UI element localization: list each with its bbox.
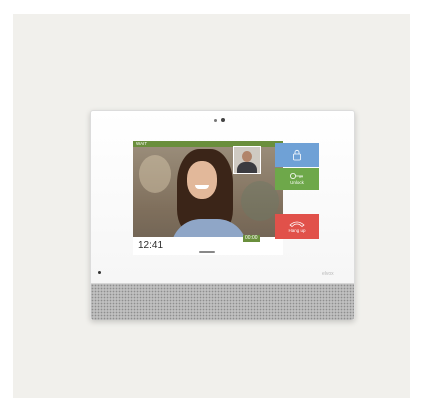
call-timer: 00:00	[243, 235, 260, 242]
phone-hangup-icon	[289, 220, 305, 228]
unlock-button[interactable]: Unlock	[275, 168, 319, 190]
caller-face	[187, 161, 217, 199]
power-led	[98, 271, 101, 274]
video-intercom-monitor: WAIT 12:41 00:00 Unlock Hang up elvox	[90, 110, 355, 320]
clock: 12:41	[136, 239, 166, 253]
unlock-label: Unlock	[290, 180, 304, 185]
hangup-label: Hang up	[288, 227, 306, 233]
sensor-dot	[214, 119, 217, 122]
touch-screen[interactable]: WAIT 12:41 00:00	[133, 141, 283, 255]
self-view-thumbnail[interactable]	[233, 146, 261, 174]
camera-lens	[221, 118, 225, 122]
brand-logo: elvox	[322, 271, 334, 277]
lock-icon	[292, 149, 302, 161]
hangup-button[interactable]: Hang up	[275, 214, 319, 239]
status-label: WAIT	[136, 141, 148, 146]
speaker-grille	[91, 283, 354, 320]
key-icon	[289, 172, 305, 180]
lock-button[interactable]	[275, 143, 319, 167]
swipe-handle[interactable]	[199, 251, 215, 253]
